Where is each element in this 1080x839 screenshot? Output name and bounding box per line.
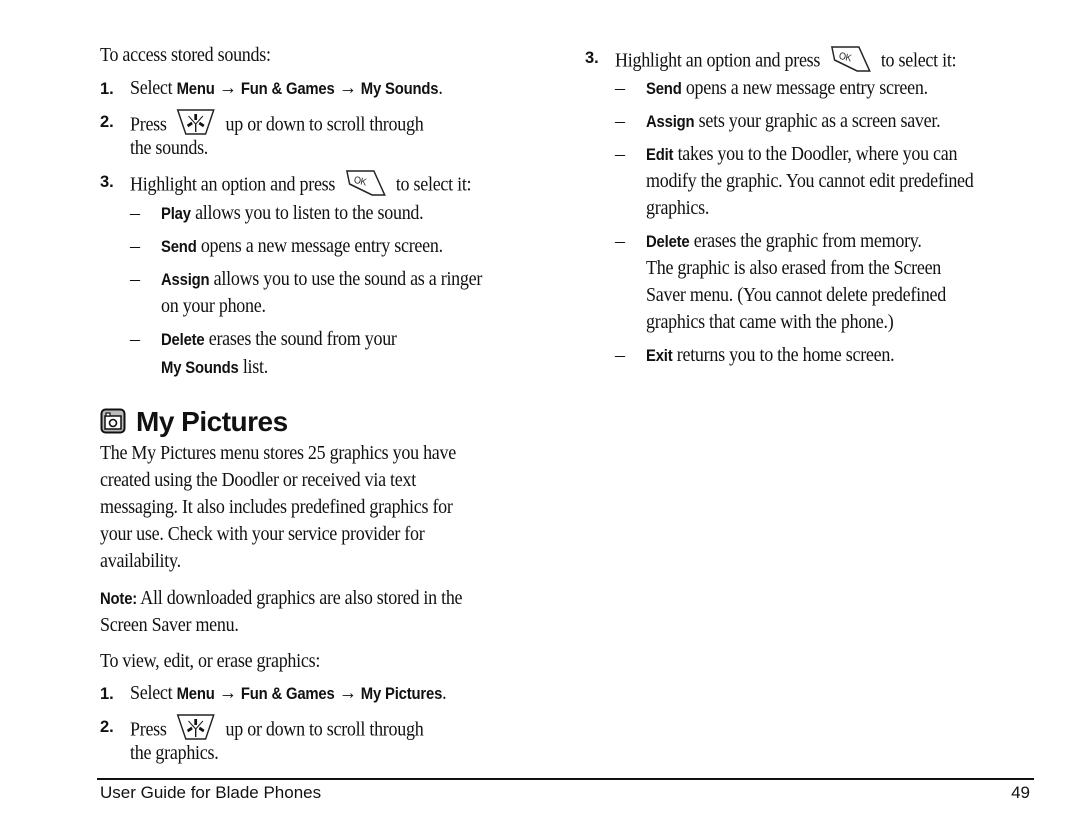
option-delete-continued: Saver menu. (You cannot delete predefine… xyxy=(646,284,947,306)
step-text: Highlight an option and press xyxy=(615,49,821,72)
option-send: Send opens a new message entry screen. xyxy=(161,235,443,258)
option-label: Delete xyxy=(646,233,690,251)
option-delete-continued: The graphic is also erased from the Scre… xyxy=(646,257,942,279)
step-text: Highlight an option and press xyxy=(130,173,336,196)
option-label: Edit xyxy=(646,146,674,164)
option-desc: allows you to use the sound as a ringer xyxy=(209,268,483,290)
ok-key-icon: OK xyxy=(345,168,386,204)
note-text: All downloaded graphics are also stored … xyxy=(137,587,463,609)
option-edit: Edit takes you to the Doodler, where you… xyxy=(646,143,958,166)
step-text: up or down to scroll through xyxy=(225,718,424,741)
ok-key-icon: OK xyxy=(830,44,871,80)
step-number: 2. xyxy=(100,113,114,131)
option-desc: opens a new message entry screen. xyxy=(681,77,928,99)
option-desc: allows you to listen to the sound. xyxy=(190,202,424,224)
step-text: up or down to scroll through xyxy=(225,113,424,136)
step-text: to select it: xyxy=(880,49,957,72)
dash-bullet: – xyxy=(615,77,625,99)
option-edit-continued: graphics. xyxy=(646,197,710,219)
step-text: Select xyxy=(130,682,177,704)
option-label: Send xyxy=(646,80,682,98)
step-1-pictures: Select Menu → Fun & Games → My Pictures. xyxy=(130,682,447,705)
option-delete-continued: My Sounds list. xyxy=(161,356,268,379)
option-desc: erases the sound from your xyxy=(204,328,397,350)
option-assign: Assign sets your graphic as a screen sav… xyxy=(646,110,941,133)
menu-label: Menu xyxy=(176,80,215,98)
section-heading: My Pictures xyxy=(100,402,288,441)
option-desc: list. xyxy=(238,356,268,378)
period: . xyxy=(442,682,447,704)
note: Note: All downloaded graphics are also s… xyxy=(100,587,463,610)
paragraph-line: availability. xyxy=(100,550,181,572)
footer-title: User Guide for Blade Phones xyxy=(100,783,322,802)
intro-text: To access stored sounds: xyxy=(100,44,271,66)
fun-games-label: Fun & Games xyxy=(240,80,335,98)
my-sounds-label: My Sounds xyxy=(360,80,439,98)
option-label: Exit xyxy=(646,347,673,365)
option-label: Play xyxy=(161,205,191,223)
option-send: Send opens a new message entry screen. xyxy=(646,77,928,100)
dash-bullet: – xyxy=(615,344,625,366)
option-desc: sets your graphic as a screen saver. xyxy=(694,110,941,132)
option-desc: returns you to the home screen. xyxy=(672,344,895,366)
option-desc: erases the graphic from memory. xyxy=(689,230,922,252)
dash-bullet: – xyxy=(615,143,625,165)
step-text: Press xyxy=(130,113,167,136)
option-label: Delete xyxy=(161,331,205,349)
arrow: → xyxy=(214,77,241,99)
step-2-continued: the sounds. xyxy=(130,137,209,159)
dash-bullet: – xyxy=(615,230,625,252)
option-delete: Delete erases the sound from your xyxy=(161,328,397,351)
option-edit-continued: modify the graphic. You cannot edit pred… xyxy=(646,170,974,192)
step-number: 2. xyxy=(100,718,114,736)
step-3-pictures: Highlight an option and press OK to sele… xyxy=(615,44,957,80)
dash-bullet: – xyxy=(615,110,625,132)
step-2-continued: the graphics. xyxy=(130,742,219,764)
section-title: My Pictures xyxy=(136,405,288,437)
option-desc: takes you to the Doodler, where you can xyxy=(673,143,958,165)
option-delete: Delete erases the graphic from memory. xyxy=(646,230,922,253)
footer-rule xyxy=(97,778,1034,780)
dash-bullet: – xyxy=(130,235,140,257)
step-text: to select it: xyxy=(395,173,472,196)
option-assign: Assign allows you to use the sound as a … xyxy=(161,268,482,291)
my-pictures-icon xyxy=(100,408,126,441)
paragraph-line: messaging. It also includes predefined g… xyxy=(100,496,453,518)
step-3-sounds: Highlight an option and press OK to sele… xyxy=(130,168,472,204)
note-label: Note: xyxy=(100,590,138,608)
step-1-sounds: Select Menu → Fun & Games → My Sounds. xyxy=(130,77,443,100)
option-assign-continued: on your phone. xyxy=(161,295,266,317)
option-play: Play allows you to listen to the sound. xyxy=(161,202,424,225)
my-pictures-label: My Pictures xyxy=(360,685,443,703)
dash-bullet: – xyxy=(130,328,140,350)
my-sounds-label: My Sounds xyxy=(161,359,239,377)
step-text: Press xyxy=(130,718,167,741)
paragraph-line: The My Pictures menu stores 25 graphics … xyxy=(100,442,456,464)
arrow: → xyxy=(334,682,361,704)
option-desc: opens a new message entry screen. xyxy=(196,235,443,257)
paragraph-line: your use. Check with your service provid… xyxy=(100,523,425,545)
step-text: Select xyxy=(130,77,177,99)
menu-label: Menu xyxy=(176,685,215,703)
intro-text-2: To view, edit, or erase graphics: xyxy=(100,650,321,672)
option-delete-continued: graphics that came with the phone.) xyxy=(646,311,894,333)
fun-games-label: Fun & Games xyxy=(240,685,335,703)
step-number: 3. xyxy=(585,49,599,67)
arrow: → xyxy=(334,77,361,99)
option-label: Assign xyxy=(646,113,695,131)
period: . xyxy=(438,77,443,99)
option-exit: Exit returns you to the home screen. xyxy=(646,344,895,367)
paragraph-line: created using the Doodler or received vi… xyxy=(100,469,416,491)
dash-bullet: – xyxy=(130,202,140,224)
dash-bullet: – xyxy=(130,268,140,290)
step-number: 1. xyxy=(100,685,114,703)
option-label: Assign xyxy=(161,271,210,289)
step-number: 3. xyxy=(100,173,114,191)
note-continued: Screen Saver menu. xyxy=(100,614,239,636)
option-label: Send xyxy=(161,238,197,256)
arrow: → xyxy=(214,682,241,704)
step-number: 1. xyxy=(100,80,114,98)
page-number: 49 xyxy=(1011,783,1030,802)
